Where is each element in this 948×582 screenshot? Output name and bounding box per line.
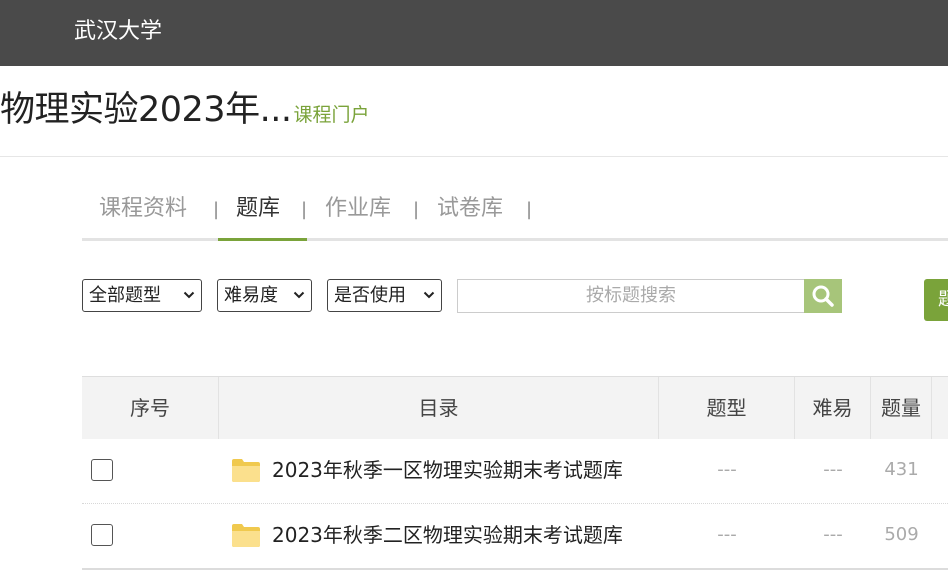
- tab-bar: 课程资料 | 题库 | 作业库 | 试卷库 |: [82, 184, 948, 240]
- row-difficulty: ---: [823, 524, 843, 545]
- tab-course-materials[interactable]: 课程资料: [99, 184, 187, 238]
- folder-icon: [232, 524, 260, 547]
- university-name[interactable]: 武汉大学: [74, 17, 162, 47]
- course-portal-link[interactable]: 课程门户: [293, 104, 369, 126]
- usage-select[interactable]: 是否使用: [327, 279, 442, 312]
- tab-separator: |: [301, 199, 308, 220]
- column-header-count: 题量: [871, 377, 932, 439]
- chevron-down-icon: [183, 280, 195, 323]
- tabs-divider: [82, 238, 948, 241]
- table-row[interactable]: 2023年秋季二区物理实验期末考试题库 --- --- 509: [82, 503, 948, 570]
- question-action-button[interactable]: 题: [924, 279, 948, 321]
- search-icon: [812, 285, 834, 307]
- row-count: 431: [884, 459, 919, 480]
- row-checkbox[interactable]: [91, 524, 113, 546]
- difficulty-select[interactable]: 难易度: [217, 279, 312, 312]
- row-type: ---: [717, 524, 737, 545]
- divider: [0, 156, 948, 157]
- row-difficulty: ---: [823, 459, 843, 480]
- active-tab-indicator: [218, 238, 307, 241]
- folder-icon: [232, 459, 260, 482]
- question-type-value: 全部题型: [89, 285, 161, 306]
- tab-separator: |: [526, 199, 533, 220]
- course-name: 物理实验2023年...: [0, 90, 292, 130]
- chevron-down-icon: [293, 280, 305, 323]
- column-header-directory: 目录: [219, 377, 659, 439]
- tab-separator: |: [213, 199, 220, 220]
- usage-value: 是否使用: [334, 285, 406, 306]
- top-bar: 武汉大学: [0, 0, 948, 66]
- tab-homework-bank[interactable]: 作业库: [325, 184, 391, 238]
- row-checkbox[interactable]: [91, 459, 113, 481]
- row-directory-name[interactable]: 2023年秋季一区物理实验期末考试题库: [272, 438, 623, 502]
- tab-exam-bank[interactable]: 试卷库: [437, 184, 503, 238]
- row-count: 509: [884, 524, 919, 545]
- table-header: 序号 目录 题型 难易 题量: [82, 376, 948, 439]
- chevron-down-icon: [423, 280, 435, 323]
- search-input[interactable]: 按标题搜索: [457, 279, 804, 313]
- tab-question-bank[interactable]: 题库: [236, 184, 280, 238]
- column-header-index: 序号: [82, 377, 219, 439]
- column-header-difficulty: 难易: [795, 377, 871, 439]
- row-type: ---: [717, 459, 737, 480]
- question-type-select[interactable]: 全部题型: [82, 279, 202, 312]
- tab-separator: |: [413, 199, 420, 220]
- search-button[interactable]: [804, 279, 842, 313]
- difficulty-value: 难易度: [224, 285, 278, 306]
- column-header-type: 题型: [659, 377, 795, 439]
- course-title: 物理实验2023年... 课程门户: [0, 88, 369, 132]
- table-row[interactable]: 2023年秋季一区物理实验期末考试题库 --- --- 431: [82, 438, 948, 504]
- row-directory-name[interactable]: 2023年秋季二区物理实验期末考试题库: [272, 503, 623, 567]
